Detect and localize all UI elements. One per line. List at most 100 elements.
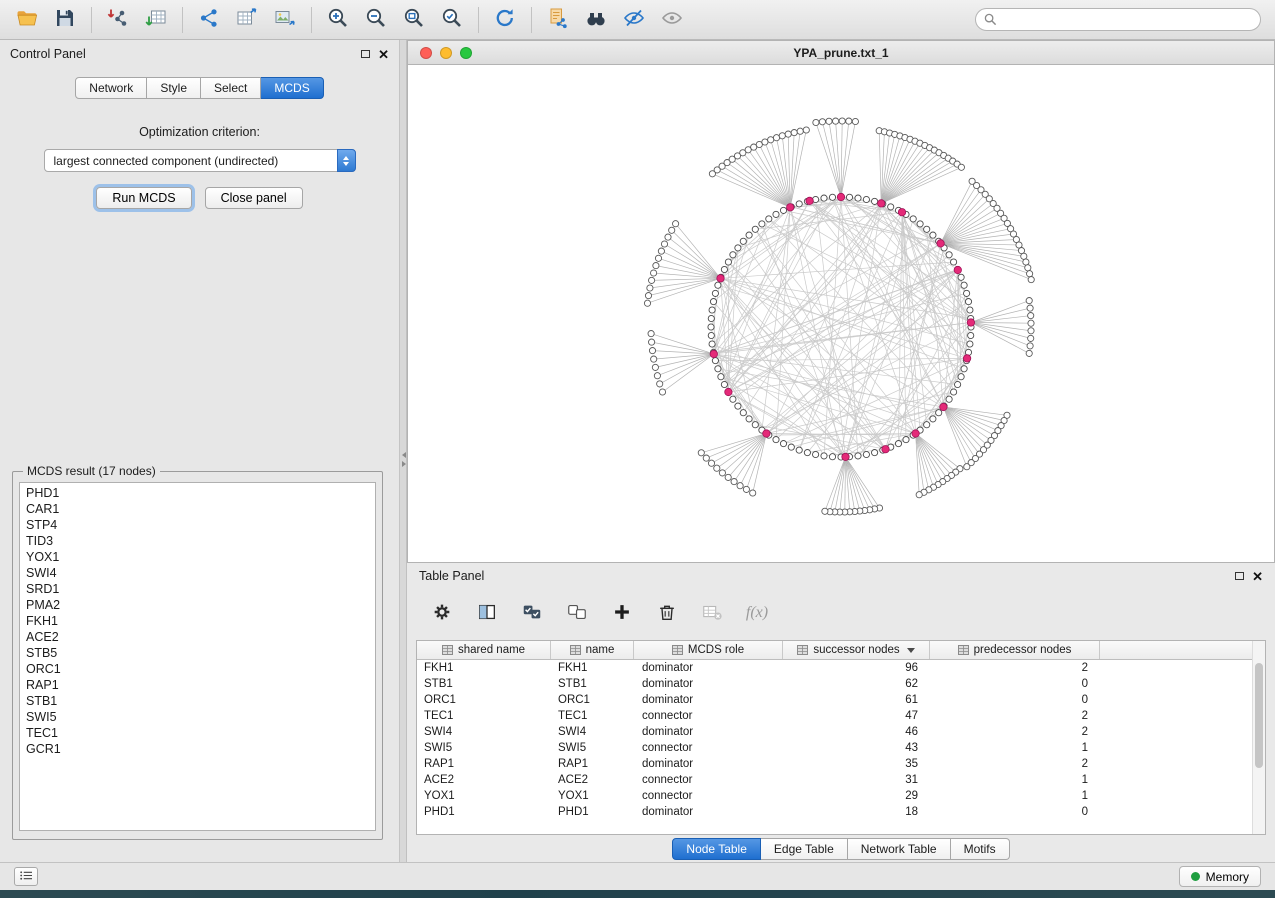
- mcds-node-item[interactable]: PHD1: [26, 485, 375, 501]
- column-header-shared-name[interactable]: shared name: [417, 641, 551, 659]
- mcds-node-item[interactable]: STP4: [26, 517, 375, 533]
- mcds-node-item[interactable]: TEC1: [26, 725, 375, 741]
- mcds-node-item[interactable]: CAR1: [26, 501, 375, 517]
- tab-network[interactable]: Network: [75, 77, 147, 99]
- mcds-node-item[interactable]: SRD1: [26, 581, 375, 597]
- table-row[interactable]: PHD1 PHD1 dominator 18 0: [417, 804, 1252, 820]
- cell-successor-nodes: 31: [783, 774, 930, 786]
- mcds-node-item[interactable]: RAP1: [26, 677, 375, 693]
- deselect-all-rows-button[interactable]: [562, 599, 592, 627]
- cell-name: STB1: [551, 678, 634, 690]
- find-button[interactable]: [577, 4, 615, 36]
- import-network-button[interactable]: [99, 4, 137, 36]
- network-canvas[interactable]: [408, 65, 1274, 562]
- cell-mcds-role: dominator: [634, 662, 783, 674]
- cell-predecessor-nodes: 1: [930, 742, 1100, 754]
- float-panel-icon[interactable]: [361, 50, 370, 58]
- cell-predecessor-nodes: 0: [930, 806, 1100, 818]
- mcds-node-item[interactable]: TID3: [26, 533, 375, 549]
- tab-motifs[interactable]: Motifs: [951, 838, 1010, 860]
- mcds-result-group: MCDS result (17 nodes) PHD1CAR1STP4TID3Y…: [12, 464, 383, 840]
- table-row[interactable]: ACE2 ACE2 connector 31 1: [417, 772, 1252, 788]
- open-session-button[interactable]: [8, 4, 46, 36]
- show-hide-button[interactable]: [653, 4, 691, 36]
- table-scrollbar[interactable]: [1252, 641, 1265, 834]
- collapse-right-icon: [402, 461, 406, 467]
- function-builder-button[interactable]: f(x): [742, 599, 772, 627]
- column-header-mcds-role[interactable]: MCDS role: [634, 641, 783, 659]
- zoom-selected-button[interactable]: [433, 4, 471, 36]
- memory-button[interactable]: Memory: [1179, 866, 1261, 887]
- show-columns-button[interactable]: [472, 599, 502, 627]
- tab-network-table[interactable]: Network Table: [848, 838, 951, 860]
- tab-select[interactable]: Select: [201, 77, 261, 99]
- table-row[interactable]: SWI4 SWI4 dominator 46 2: [417, 724, 1252, 740]
- cell-shared-name: RAP1: [417, 758, 551, 770]
- memory-status-icon: [1191, 872, 1200, 881]
- column-header-name[interactable]: name: [551, 641, 634, 659]
- table-row[interactable]: SWI5 SWI5 connector 43 1: [417, 740, 1252, 756]
- save-session-button[interactable]: [46, 4, 84, 36]
- tab-edge-table[interactable]: Edge Table: [761, 838, 848, 860]
- export-network-button[interactable]: [190, 4, 228, 36]
- table-row[interactable]: ORC1 ORC1 dominator 61 0: [417, 692, 1252, 708]
- cell-predecessor-nodes: 0: [930, 678, 1100, 690]
- tab-style[interactable]: Style: [147, 77, 201, 99]
- criterion-dropdown[interactable]: largest connected component (undirected): [44, 149, 356, 172]
- zoom-in-button[interactable]: [319, 4, 357, 36]
- copy-style-button[interactable]: [539, 4, 577, 36]
- mcds-node-item[interactable]: ACE2: [26, 629, 375, 645]
- mcds-node-item[interactable]: SWI4: [26, 565, 375, 581]
- export-image-button[interactable]: [266, 4, 304, 36]
- cell-successor-nodes: 96: [783, 662, 930, 674]
- cell-predecessor-nodes: 2: [930, 726, 1100, 738]
- column-header-predecessor-nodes[interactable]: predecessor nodes: [930, 641, 1100, 659]
- table-row[interactable]: FKH1 FKH1 dominator 96 2: [417, 660, 1252, 676]
- mcds-node-item[interactable]: GCR1: [26, 741, 375, 757]
- table-panel-title: Table Panel: [419, 569, 484, 583]
- zoom-fit-button[interactable]: [395, 4, 433, 36]
- table-row[interactable]: RAP1 RAP1 dominator 35 2: [417, 756, 1252, 772]
- delete-table-button[interactable]: [697, 599, 727, 627]
- network-window-titlebar[interactable]: YPA_prune.txt_1: [408, 41, 1274, 65]
- table-row[interactable]: YOX1 YOX1 connector 29 1: [417, 788, 1252, 804]
- columns-icon: [476, 601, 498, 626]
- panel-menu-button[interactable]: [14, 867, 38, 886]
- table-row[interactable]: STB1 STB1 dominator 62 0: [417, 676, 1252, 692]
- control-panel-title: Control Panel: [10, 47, 86, 61]
- mcds-result-list[interactable]: PHD1CAR1STP4TID3YOX1SWI4SRD1PMA2FKH1ACE2…: [19, 482, 376, 831]
- mcds-node-item[interactable]: PMA2: [26, 597, 375, 613]
- import-table-button[interactable]: [137, 4, 175, 36]
- table-settings-button[interactable]: [427, 599, 457, 627]
- mcds-node-item[interactable]: FKH1: [26, 613, 375, 629]
- hide-style-button[interactable]: [615, 4, 653, 36]
- column-edit-icon: [442, 645, 453, 655]
- mcds-node-item[interactable]: SWI5: [26, 709, 375, 725]
- refresh-layout-button[interactable]: [486, 4, 524, 36]
- table-row[interactable]: TEC1 TEC1 connector 47 2: [417, 708, 1252, 724]
- panel-splitter[interactable]: [400, 40, 407, 862]
- close-panel-button[interactable]: Close panel: [205, 187, 303, 209]
- mcds-node-item[interactable]: STB5: [26, 645, 375, 661]
- table-scrollbar-thumb[interactable]: [1255, 663, 1263, 768]
- cell-mcds-role: connector: [634, 710, 783, 722]
- column-header-successor-nodes[interactable]: successor nodes: [783, 641, 930, 659]
- select-all-rows-button[interactable]: [517, 599, 547, 627]
- mcds-node-item[interactable]: ORC1: [26, 661, 375, 677]
- trash-icon: [656, 601, 678, 626]
- close-panel-icon[interactable]: ✕: [378, 48, 389, 61]
- delete-column-button[interactable]: [652, 599, 682, 627]
- close-table-panel-icon[interactable]: ✕: [1252, 570, 1263, 583]
- run-mcds-button[interactable]: Run MCDS: [96, 187, 191, 209]
- toolbar-search-input[interactable]: [975, 8, 1261, 31]
- float-table-panel-icon[interactable]: [1235, 572, 1244, 580]
- export-table-button[interactable]: [228, 4, 266, 36]
- tab-node-table[interactable]: Node Table: [672, 838, 761, 860]
- splitter-collapse-handle[interactable]: [400, 448, 407, 470]
- mcds-node-item[interactable]: YOX1: [26, 549, 375, 565]
- export-image-icon: [273, 6, 297, 33]
- create-column-button[interactable]: [607, 599, 637, 627]
- mcds-node-item[interactable]: STB1: [26, 693, 375, 709]
- tab-mcds[interactable]: MCDS: [261, 77, 323, 99]
- zoom-out-button[interactable]: [357, 4, 395, 36]
